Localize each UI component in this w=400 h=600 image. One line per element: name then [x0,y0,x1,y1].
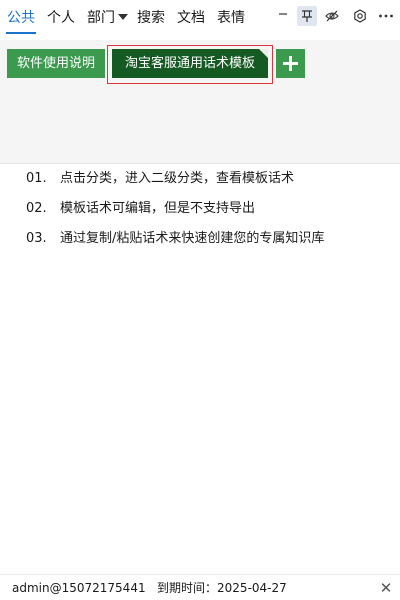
chevron-down-icon [118,14,128,20]
item-number: 02. [26,201,47,216]
tab-public[interactable]: 公共 [7,8,35,28]
more-icon[interactable] [376,6,396,26]
item-number: 03. [26,231,47,246]
tab-emoji[interactable]: 表情 [217,8,245,28]
add-category-button[interactable] [276,49,305,78]
minimize-icon[interactable] [273,6,293,26]
top-tab-bar: 公共 个人 部门 搜索 文档 表情 [0,0,400,40]
eye-off-icon[interactable] [322,6,342,26]
tab-department-label: 部门 [87,10,115,26]
item-text: 点击分类，进入二级分类，查看模板话术 [60,171,295,186]
account-expiry-text: admin@15072175441 到期时间：2025-04-27 [12,581,287,595]
settings-icon[interactable] [350,6,370,26]
tab-personal[interactable]: 个人 [47,8,75,28]
item-text: 通过复制/粘贴话术来快速创建您的专属知识库 [60,231,325,246]
tab-documents[interactable]: 文档 [177,8,205,28]
active-tab-indicator [6,32,36,34]
tab-search[interactable]: 搜索 [137,8,165,28]
pin-icon[interactable] [297,6,317,26]
tab-department[interactable]: 部门 [87,8,128,28]
item-number: 01. [26,171,47,186]
item-text: 模板话术可编辑，但是不支持导出 [60,201,256,216]
category-software-guide[interactable]: 软件使用说明 [7,49,105,78]
status-bar: admin@15072175441 到期时间：2025-04-27 ✕ [0,574,400,600]
selected-category-outline [107,45,273,84]
close-icon[interactable]: ✕ [378,579,394,597]
